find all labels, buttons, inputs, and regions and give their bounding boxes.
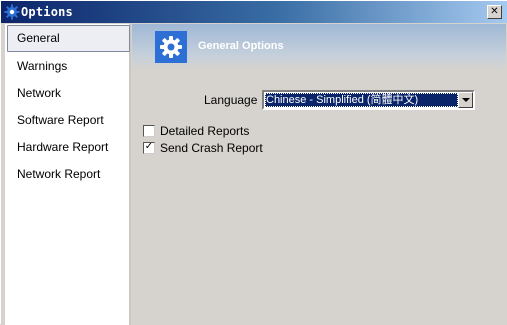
detailed-reports-checkbox[interactable] [143, 125, 155, 137]
checkmark-icon: ✓ [144, 141, 154, 152]
sidebar-item-hardware-report[interactable]: Hardware Report [7, 134, 130, 161]
send-crash-report-label[interactable]: Send Crash Report [160, 141, 263, 155]
checkmark-icon [144, 124, 154, 136]
sidebar-item-warnings[interactable]: Warnings [7, 53, 130, 80]
general-options-panel: General Options Language Chinese - Simpl… [132, 24, 506, 325]
title-bar[interactable]: Options ✕ [1, 1, 507, 23]
gear-icon [155, 31, 187, 63]
language-select-value: Chinese - Simplified (简體中文) [265, 93, 458, 107]
language-label: Language [204, 93, 258, 107]
window-title: Options [21, 5, 73, 19]
panel-header: General Options [132, 24, 506, 70]
detailed-reports-label[interactable]: Detailed Reports [160, 124, 249, 138]
panel-title: General Options [198, 40, 284, 52]
sidebar-item-network-report[interactable]: Network Report [7, 161, 130, 188]
gear-app-icon [4, 4, 20, 20]
sidebar-item-network[interactable]: Network [7, 80, 130, 107]
sidebar: General Warnings Network Software Report… [5, 24, 131, 325]
options-window: Options ✕ General Warnings Network Softw… [0, 0, 507, 325]
chevron-down-icon[interactable] [458, 92, 473, 108]
language-select[interactable]: Chinese - Simplified (简體中文) [262, 90, 475, 110]
close-button[interactable]: ✕ [487, 5, 502, 19]
send-crash-report-checkbox[interactable]: ✓ [143, 141, 155, 154]
sidebar-item-software-report[interactable]: Software Report [7, 107, 130, 134]
sidebar-item-general[interactable]: General [7, 25, 130, 52]
